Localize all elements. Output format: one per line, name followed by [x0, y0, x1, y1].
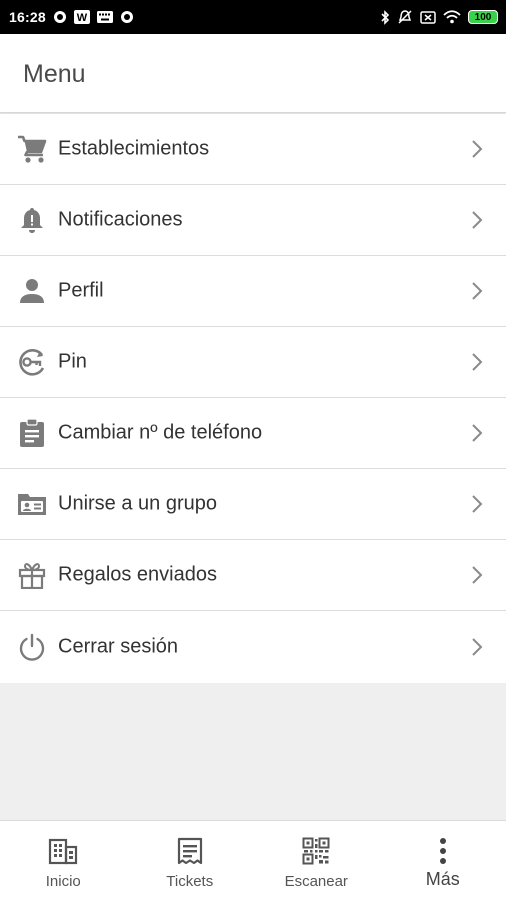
menu-item-notificaciones[interactable]: Notificaciones [0, 185, 506, 256]
cart-icon [17, 134, 47, 164]
menu-item-pin[interactable]: Pin [0, 327, 506, 398]
menu-item-label: Cerrar sesión [58, 636, 178, 659]
bottom-navigation: Inicio Tickets Escanear Más [0, 820, 506, 901]
wifi-icon [443, 10, 461, 24]
more-vertical-icon [427, 835, 459, 867]
tab-escanear[interactable]: Escanear [253, 821, 380, 901]
tab-label: Tickets [166, 873, 213, 890]
person-icon [17, 276, 47, 306]
chevron-right-icon [470, 352, 484, 372]
menu-item-label: Notificaciones [58, 209, 183, 232]
menu-item-label: Unirse a un grupo [58, 493, 217, 516]
app-header: Menu [0, 34, 506, 113]
app-w-icon: W [74, 10, 90, 24]
svg-text:W: W [77, 12, 88, 24]
menu-item-unirse-grupo[interactable]: Unirse a un grupo [0, 469, 506, 540]
tab-label: Más [426, 869, 460, 890]
tab-label: Inicio [46, 873, 81, 890]
receipt-icon [174, 835, 206, 867]
chevron-right-icon [470, 494, 484, 514]
chevron-right-icon [470, 281, 484, 301]
tab-tickets[interactable]: Tickets [127, 821, 254, 901]
building-icon [47, 835, 79, 867]
gift-icon [17, 560, 47, 590]
keyboard-icon [97, 11, 113, 23]
tab-mas[interactable]: Más [380, 821, 506, 901]
menu-item-label: Cambiar nº de teléfono [58, 422, 262, 445]
chevron-right-icon [470, 423, 484, 443]
tab-inicio[interactable]: Inicio [0, 821, 127, 901]
page-title: Menu [23, 60, 86, 89]
menu-item-label: Establecimientos [58, 138, 209, 161]
qr-code-icon [300, 835, 332, 867]
menu-item-cerrar-sesion[interactable]: Cerrar sesión [0, 611, 506, 683]
status-bar-right: 100 [380, 9, 498, 25]
chevron-right-icon [470, 210, 484, 230]
status-bar: 16:28 W 100 [0, 0, 506, 34]
battery-icon: 100 [468, 10, 498, 24]
id-card-icon [17, 489, 47, 519]
clipboard-icon [17, 418, 47, 448]
power-icon [17, 632, 47, 662]
menu-item-label: Perfil [58, 280, 104, 303]
chevron-right-icon [470, 637, 484, 657]
menu-item-label: Regalos enviados [58, 564, 217, 587]
menu-item-perfil[interactable]: Perfil [0, 256, 506, 327]
bluetooth-icon [380, 10, 390, 25]
do-not-disturb-icon [397, 9, 413, 25]
menu-list: Establecimientos Notificaciones Perfil P… [0, 114, 506, 683]
menu-item-cambiar-telefono[interactable]: Cambiar nº de teléfono [0, 398, 506, 469]
circle-notification-icon [120, 10, 134, 24]
sim-icon [420, 11, 436, 24]
key-icon [17, 347, 47, 377]
menu-item-establecimientos[interactable]: Establecimientos [0, 114, 506, 185]
chevron-right-icon [470, 139, 484, 159]
menu-item-label: Pin [58, 351, 87, 374]
circle-notification-icon [53, 10, 67, 24]
chevron-right-icon [470, 565, 484, 585]
status-bar-left: 16:28 W [9, 9, 134, 25]
status-time: 16:28 [9, 9, 46, 25]
bell-icon [17, 205, 47, 235]
tab-label: Escanear [285, 873, 348, 890]
menu-item-regalos-enviados[interactable]: Regalos enviados [0, 540, 506, 611]
